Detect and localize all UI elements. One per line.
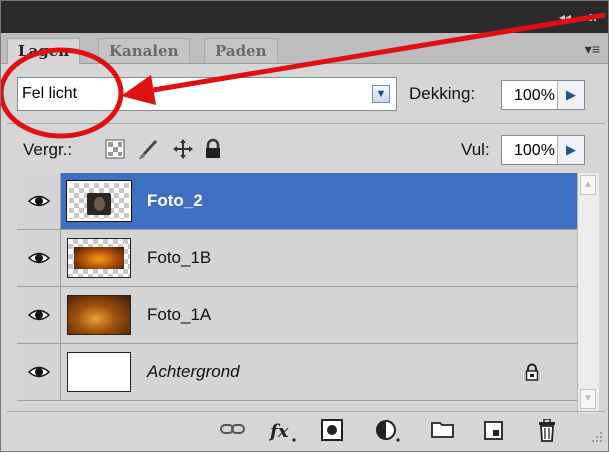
- layer-name: Foto_1A: [147, 305, 212, 324]
- link-icon[interactable]: [219, 419, 247, 439]
- lock-position-icon[interactable]: [172, 138, 194, 160]
- eye-icon: [28, 309, 50, 321]
- layer-thumbnail: [67, 295, 131, 335]
- opacity-field[interactable]: 100% ▶: [501, 80, 585, 110]
- layer-name: Foto_2: [147, 191, 203, 210]
- trash-icon[interactable]: [537, 419, 557, 443]
- layers-panel: ◂◂ x Lagen Kanalen Paden ▾≡ Fel licht ▼ …: [0, 0, 609, 452]
- tab-lagen[interactable]: Lagen: [7, 38, 81, 64]
- divider: [7, 123, 605, 124]
- collapse-icon[interactable]: ◂◂: [559, 10, 571, 24]
- fx-icon[interactable]: fx: [269, 419, 299, 445]
- visibility-toggle[interactable]: [17, 230, 61, 286]
- layer-name: Achtergrond: [147, 362, 240, 381]
- layer-name: Foto_1B: [147, 248, 212, 267]
- close-icon[interactable]: x: [589, 10, 597, 24]
- scroll-up-icon[interactable]: ▲: [580, 175, 596, 195]
- panel-menu-icon[interactable]: ▾≡: [585, 41, 600, 58]
- panel-titlebar: ◂◂ x: [1, 1, 608, 33]
- layer-mask-icon[interactable]: [321, 419, 343, 441]
- divider: [7, 411, 605, 412]
- eye-icon: [28, 366, 50, 378]
- opacity-arrow-icon[interactable]: ▶: [557, 81, 584, 109]
- opacity-value: 100%: [514, 87, 555, 104]
- svg-text:fx: fx: [269, 421, 289, 442]
- layer-row-achtergrond[interactable]: Achtergrond: [17, 344, 577, 401]
- eye-icon: [28, 195, 50, 207]
- layer-thumbnail: [67, 352, 131, 392]
- tab-paden[interactable]: Paden: [204, 38, 278, 63]
- eye-icon: [28, 252, 50, 264]
- chevron-down-icon[interactable]: ▼: [372, 85, 390, 103]
- visibility-toggle[interactable]: [17, 344, 61, 400]
- opacity-label: Dekking:: [409, 84, 476, 103]
- blend-mode-select[interactable]: Fel licht ▼: [17, 77, 397, 111]
- visibility-toggle[interactable]: [17, 287, 61, 343]
- bottom-toolbar: fx: [7, 413, 605, 449]
- fill-arrow-icon[interactable]: ▶: [557, 136, 584, 164]
- adjustment-layer-icon[interactable]: [375, 419, 401, 443]
- scroll-down-icon[interactable]: ▼: [580, 389, 596, 409]
- lock-label: Vergr.:: [23, 140, 73, 159]
- visibility-toggle[interactable]: [17, 173, 61, 229]
- layer-lock-icon: [525, 363, 539, 381]
- layers-list: Foto_2 Foto_1B Foto_1A Achtergrond: [17, 173, 577, 401]
- layers-scrollbar[interactable]: ▲ ▼: [577, 173, 599, 413]
- layer-row-foto-1b[interactable]: Foto_1B: [17, 230, 577, 287]
- layer-row-foto-2[interactable]: Foto_2: [17, 173, 577, 230]
- fill-value: 100%: [514, 142, 555, 159]
- tab-kanalen[interactable]: Kanalen: [98, 38, 190, 63]
- layer-thumbnail: [66, 180, 132, 222]
- fill-field[interactable]: 100% ▶: [501, 135, 585, 165]
- layer-thumbnail: [67, 238, 131, 278]
- new-layer-icon[interactable]: [483, 419, 505, 441]
- tab-strip: Lagen Kanalen Paden ▾≡: [1, 33, 608, 64]
- layer-row-foto-1a[interactable]: Foto_1A: [17, 287, 577, 344]
- lock-image-pixels-icon[interactable]: [137, 137, 159, 161]
- blend-mode-value: Fel licht: [22, 85, 78, 102]
- group-folder-icon[interactable]: [431, 419, 455, 439]
- lock-transparent-pixels-icon[interactable]: [105, 139, 125, 159]
- lock-all-icon[interactable]: [204, 138, 222, 160]
- resize-grip-icon[interactable]: [591, 431, 603, 443]
- fill-label: Vul:: [461, 140, 490, 159]
